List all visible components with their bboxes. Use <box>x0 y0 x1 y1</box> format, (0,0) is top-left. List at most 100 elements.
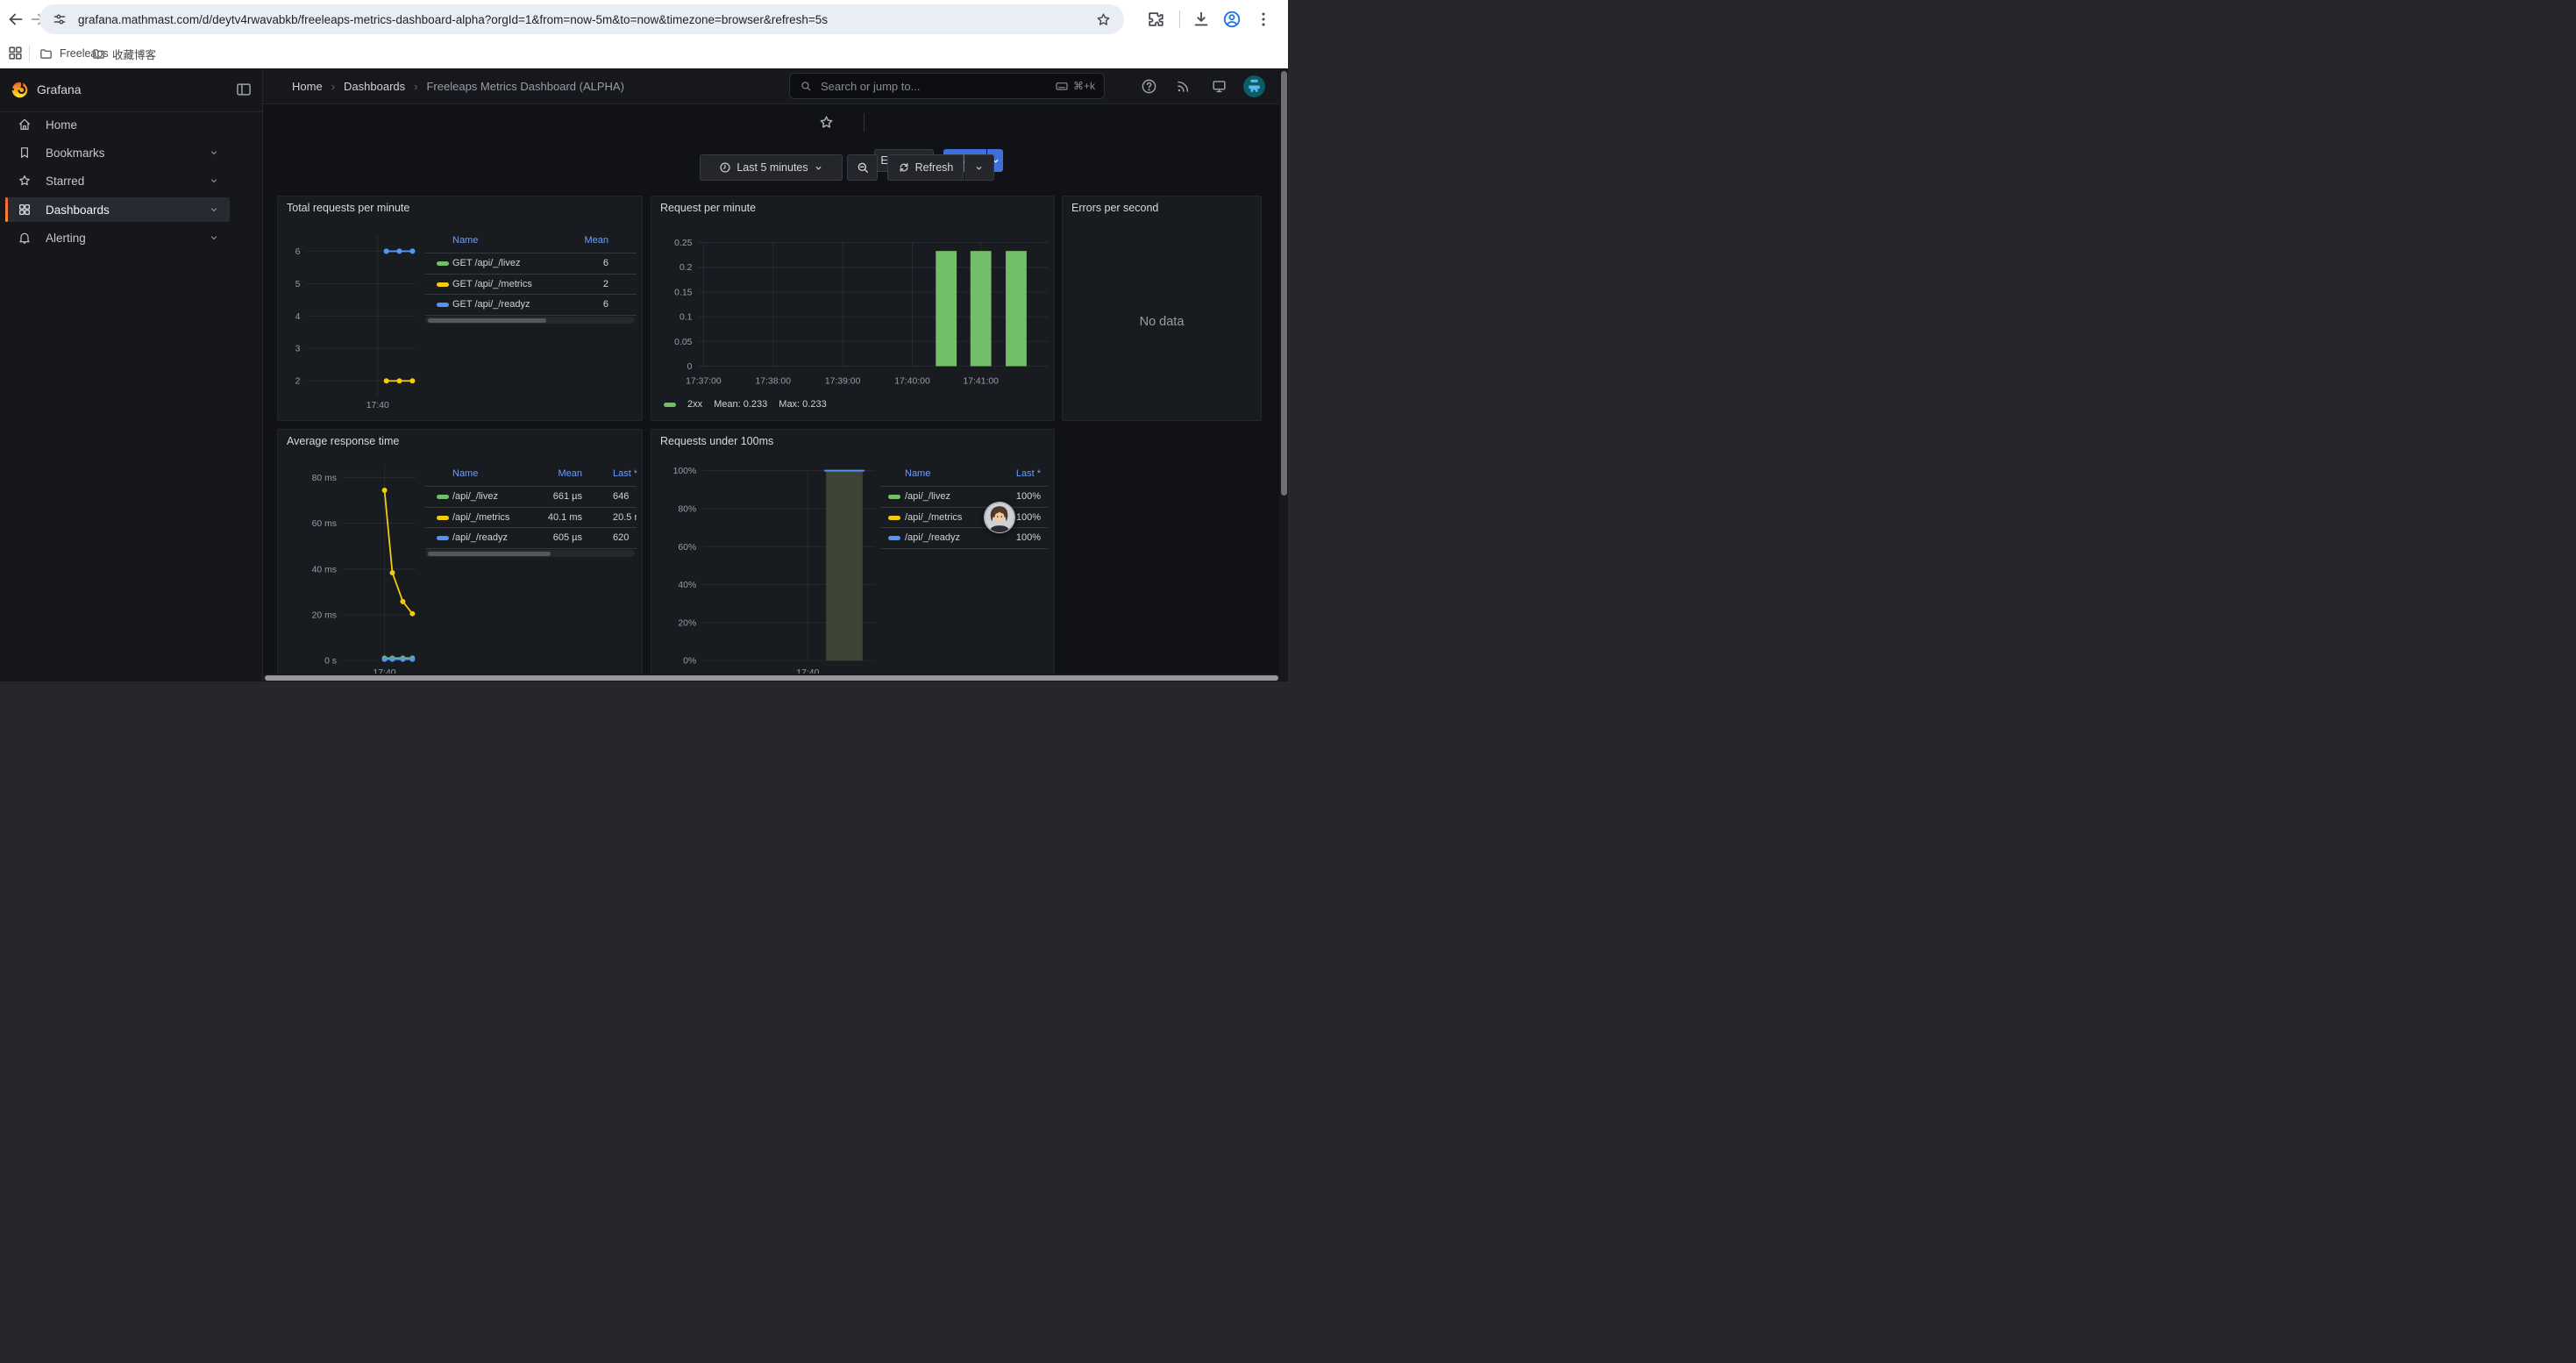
breadcrumb-separator: › <box>331 80 335 93</box>
legend-row[interactable]: /api/_/livez 661 µs 646 <box>425 487 637 506</box>
breadcrumb-dashboards[interactable]: Dashboards <box>344 80 405 93</box>
bookmark-folder-blogs[interactable]: 收藏博客 <box>91 45 156 62</box>
zoom-out-button[interactable] <box>847 154 878 181</box>
legend-header-mean[interactable]: Mean <box>425 468 582 479</box>
apps-grid-icon[interactable] <box>7 45 24 61</box>
breadcrumb-separator: › <box>414 80 417 93</box>
legend-row[interactable]: GET /api/_/metrics 2 <box>425 275 637 294</box>
bookmarks-bar: Freeleaps 收藏博客 <box>0 39 1288 68</box>
site-settings-icon[interactable] <box>52 11 68 27</box>
chevron-down-icon[interactable] <box>209 147 219 158</box>
chevron-down-icon <box>814 163 823 173</box>
refresh-interval-button[interactable] <box>964 154 994 181</box>
bookmark-label: 收藏博客 <box>112 46 156 62</box>
legend-item-2xx[interactable]: 2xx Mean: 0.233 Max: 0.233 <box>664 399 827 410</box>
chevron-down-icon[interactable] <box>209 204 219 215</box>
legend-row[interactable]: /api/_/livez 100% <box>880 487 1048 506</box>
grafana-topbar: Home › Dashboards › Freeleaps Metrics Da… <box>263 68 1288 104</box>
sidebar-item-home[interactable]: Home <box>5 112 230 137</box>
sidebar-item-bookmarks[interactable]: Bookmarks <box>5 140 230 165</box>
time-range-picker[interactable]: Last 5 minutes <box>700 154 843 181</box>
svg-text:20 ms: 20 ms <box>312 610 337 620</box>
panel-title[interactable]: Errors per second <box>1071 202 1158 214</box>
main-content: Home › Dashboards › Freeleaps Metrics Da… <box>263 68 1288 682</box>
assistant-avatar[interactable] <box>984 502 1015 533</box>
bookmark-star-icon[interactable] <box>1095 11 1112 28</box>
legend-scrollbar[interactable] <box>425 550 635 557</box>
svg-text:17:39:00: 17:39:00 <box>825 376 861 386</box>
keyboard-icon <box>1055 79 1069 93</box>
browser-menu-icon[interactable] <box>1254 10 1273 29</box>
search-input[interactable] <box>819 79 1055 94</box>
svg-text:17:41:00: 17:41:00 <box>963 376 999 386</box>
vertical-scrollbar-thumb[interactable] <box>1281 71 1287 496</box>
svg-text:17:40:00: 17:40:00 <box>894 376 930 386</box>
legend-row[interactable]: GET /api/_/readyz 6 <box>425 295 637 314</box>
url-bar[interactable] <box>39 4 1124 34</box>
toolbar-divider <box>1179 11 1180 28</box>
chevron-down-icon[interactable] <box>209 232 219 243</box>
svg-text:80%: 80% <box>678 504 696 514</box>
svg-text:20%: 20% <box>678 618 696 628</box>
legend-header-mean[interactable]: Mean <box>425 235 608 246</box>
sidebar-item-alerting[interactable]: Alerting <box>5 225 230 250</box>
legend-table: Name Last * /api/_/livez 100% /api/_/met… <box>880 466 1048 564</box>
favorite-star-icon[interactable] <box>818 114 835 131</box>
sidebar-item-starred[interactable]: Starred <box>5 168 230 193</box>
horizontal-scrollbar-thumb[interactable] <box>265 675 1278 681</box>
sidebar-item-dashboards[interactable]: Dashboards <box>5 197 230 222</box>
extensions-icon[interactable] <box>1146 10 1165 29</box>
user-avatar[interactable] <box>1243 75 1265 97</box>
monitor-icon[interactable] <box>1211 78 1228 95</box>
sidebar-item-label: Home <box>46 118 77 132</box>
home-icon <box>18 118 32 132</box>
star-icon <box>18 174 32 188</box>
legend-row[interactable]: /api/_/metrics 40.1 ms 20.5 m <box>425 508 637 527</box>
svg-text:60%: 60% <box>678 543 696 553</box>
back-icon[interactable] <box>6 10 25 29</box>
breadcrumb-home[interactable]: Home <box>292 80 323 93</box>
svg-text:0%: 0% <box>683 657 696 667</box>
legend-row[interactable]: /api/_/readyz 100% <box>880 528 1048 547</box>
legend-header-last[interactable]: Last * <box>880 468 1041 479</box>
url-input[interactable] <box>76 12 1083 27</box>
sidebar-toggle-icon[interactable] <box>235 81 253 98</box>
svg-text:0: 0 <box>687 362 693 372</box>
panel-errors-per-second: Errors per second No data <box>1062 196 1262 421</box>
subheader-divider <box>864 113 865 132</box>
svg-text:0.2: 0.2 <box>680 263 693 273</box>
panel-average-response-time: Average response time 80 ms60 ms40 ms20 … <box>277 429 643 682</box>
chevron-down-icon[interactable] <box>209 175 219 186</box>
legend-max: Max: 0.233 <box>779 399 826 410</box>
legend-scrollbar[interactable] <box>425 317 635 324</box>
folder-icon <box>39 46 53 61</box>
bookmark-icon <box>18 146 32 160</box>
profile-icon[interactable] <box>1222 10 1242 29</box>
bar-chart: 0.250.20.150.10.05017:37:0017:38:0017:39… <box>651 196 1054 420</box>
zoom-out-icon <box>856 161 870 175</box>
search-box[interactable]: ⌘+k <box>789 73 1105 99</box>
help-icon[interactable] <box>1141 78 1157 95</box>
sidebar-item-label: Starred <box>46 175 84 188</box>
brand-name: Grafana <box>37 82 82 96</box>
legend-row[interactable]: /api/_/readyz 605 µs 620 <box>425 528 637 547</box>
legend-series-name: 2xx <box>687 399 702 410</box>
legend-row[interactable]: /api/_/metrics 100% <box>880 508 1048 527</box>
legend-table: Name Mean Last * /api/_/livez 661 µs 646… <box>425 466 637 564</box>
sidebar-item-label: Alerting <box>46 232 86 245</box>
search-shortcut: ⌘+k <box>1055 79 1095 93</box>
panel-request-per-minute: Request per minute 0.250.20.150.10.05017… <box>651 196 1055 421</box>
legend-row[interactable]: GET /api/_/livez 6 <box>425 253 637 273</box>
legend-header-last[interactable]: Last * <box>613 468 637 479</box>
rss-news-icon[interactable] <box>1175 78 1192 95</box>
svg-text:17:40: 17:40 <box>366 401 389 410</box>
refresh-button[interactable]: Refresh <box>887 154 964 181</box>
download-icon[interactable] <box>1192 10 1211 29</box>
grafana-logo[interactable] <box>11 81 29 99</box>
clock-icon <box>719 161 731 174</box>
panel-total-requests-per-minute: Total requests per minute 6543217:40 Nam… <box>277 196 643 421</box>
sidebar-item-label: Bookmarks <box>46 146 105 160</box>
folder-icon <box>91 46 106 61</box>
svg-text:17:37:00: 17:37:00 <box>686 376 722 386</box>
svg-text:6: 6 <box>295 247 301 257</box>
